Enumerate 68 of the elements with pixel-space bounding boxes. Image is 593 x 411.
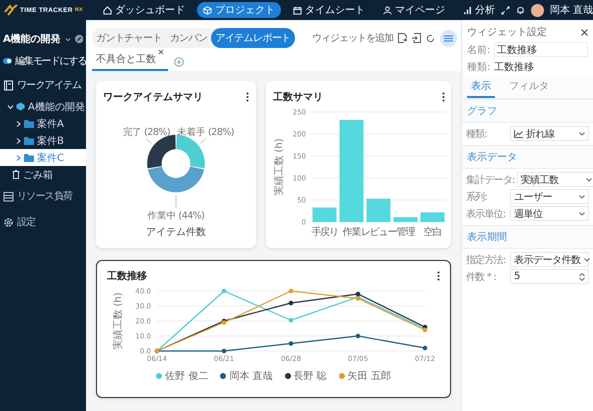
point [422, 346, 428, 350]
point [288, 318, 294, 323]
field-label: 件数 * : [466, 270, 496, 284]
tree-item[interactable]: 案件A [0, 115, 86, 132]
y-axis-title: 実績工数 (h) [274, 138, 285, 196]
field-value: 工数推移 [494, 60, 534, 74]
select-field[interactable]: 週単位 [510, 206, 589, 221]
nav-tab[interactable]: タイムシート [286, 2, 371, 18]
view-tab[interactable]: ガントチャート [92, 28, 166, 48]
widget-title: 工数サマリ [273, 90, 323, 104]
point [356, 292, 360, 296]
select-field[interactable]: 折れ線 [510, 126, 589, 141]
view-tab[interactable]: アイテムレポート [211, 28, 295, 48]
nav-tab[interactable]: プロジェクト [196, 2, 281, 18]
point [356, 334, 360, 338]
point [222, 348, 226, 354]
user-name[interactable]: 岡本 直哉 [550, 3, 593, 17]
menu-item[interactable]: 設定 [0, 209, 86, 235]
section-title: グラフ [462, 99, 593, 123]
field-label: 指定方法: [466, 254, 506, 266]
point [288, 288, 294, 294]
view-tab[interactable]: カンバン [166, 28, 212, 48]
field-label: 表示単位: [466, 208, 506, 220]
x-tick-label: 手戻り [311, 227, 338, 238]
tree-item[interactable]: A機能の開発 [0, 98, 86, 115]
widget-title: 工数推移 [107, 270, 147, 283]
project-name[interactable]: A機能の開発 [3, 32, 61, 46]
report-tab[interactable]: 不具合と工数 [92, 52, 168, 71]
widget-title: ワークアイテムサマリ [103, 91, 203, 104]
point [288, 341, 294, 346]
legend-label[interactable]: 佐野 俊二 [165, 369, 208, 383]
nav-tab[interactable]: 分析 [456, 2, 501, 18]
x-tick-label: レビュー [360, 227, 396, 238]
name-field[interactable]: 工数推移 [494, 42, 588, 57]
nav-tab[interactable]: マイページ [376, 2, 451, 18]
point [288, 300, 294, 306]
chart-caption: アイテム件数 [146, 226, 206, 239]
x-tick-label: 作業 [342, 227, 360, 238]
point [222, 288, 226, 294]
slice-label: 完了 (28%) [122, 127, 170, 138]
legend-label[interactable]: 長野 聡 [294, 369, 327, 383]
x-tick-label: 空白 [424, 227, 442, 238]
select-field[interactable]: 実績工数 [516, 172, 593, 187]
tree-item[interactable]: 案件C [0, 149, 86, 166]
toggle-label: 編集モードにする [15, 55, 86, 68]
slice-label: 作業中 (44%) [148, 210, 204, 222]
y-axis-title: 実績工数 (h) [113, 292, 124, 350]
field-label: 種類: [466, 128, 487, 140]
tree-item[interactable]: ごみ箱 [0, 166, 86, 183]
field-label: 集計データ: [466, 174, 515, 186]
menu-item[interactable]: ワークアイテム [0, 72, 86, 98]
slice-label: 未着手 (28%) [177, 127, 234, 138]
section-title: 表示データ [462, 145, 593, 169]
select-field[interactable]: 表示データ件数 [510, 252, 589, 267]
add-widget-button[interactable]: ウィジェットを追加 [312, 31, 393, 45]
field-label: 種類: [467, 60, 491, 74]
legend-label[interactable]: 岡本 直哉 [229, 369, 272, 383]
nav-tab[interactable]: ダッシュボード [96, 2, 191, 18]
field-label: 名前: [467, 44, 491, 56]
x-tick-label: 管理 [396, 227, 414, 238]
tree-item[interactable]: 案件B [0, 132, 86, 149]
field-label: 系列: [466, 190, 487, 204]
select-field[interactable]: ユーザー [510, 189, 589, 204]
legend-label[interactable]: 矢田 五郎 [348, 369, 391, 383]
panel-title: ウィジェット設定 [467, 26, 547, 39]
number-field[interactable]: 5 [510, 269, 589, 284]
menu-item[interactable]: リソース負荷 [0, 183, 86, 209]
section-title: 表示期間 [462, 225, 593, 249]
